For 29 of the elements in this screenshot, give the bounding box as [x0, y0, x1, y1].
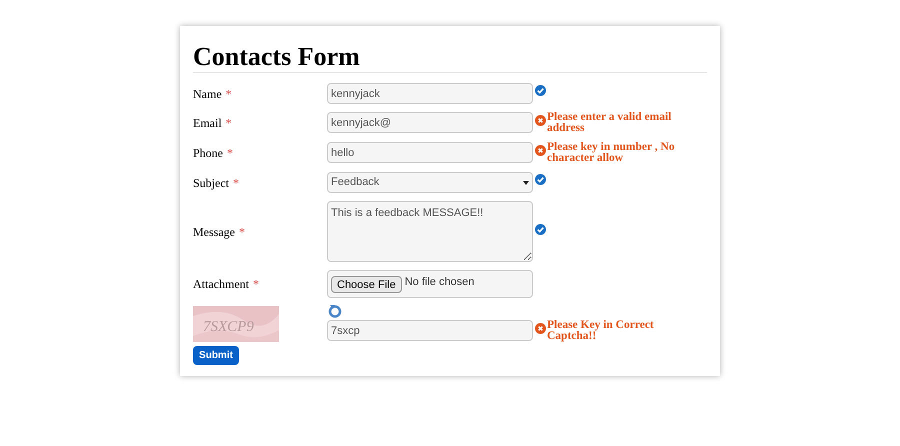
- captcha-field[interactable]: 7sxcp: [327, 320, 533, 341]
- text-field[interactable]: kennyjack@: [327, 112, 533, 133]
- error-message: Please enter a valid email address: [547, 112, 672, 134]
- required-mark: *: [226, 114, 232, 132]
- required-mark: *: [239, 224, 245, 240]
- field-label: Message: [193, 224, 235, 240]
- required-mark: *: [227, 144, 233, 162]
- choose-file-button[interactable]: Choose File: [331, 276, 402, 292]
- text-field[interactable]: kennyjack: [327, 83, 533, 104]
- field-label: Phone: [193, 144, 223, 162]
- message-field[interactable]: This is a feedback MESSAGE!!: [327, 201, 533, 262]
- field-label: Attachment: [193, 276, 249, 293]
- submit-button[interactable]: Submit: [193, 346, 239, 365]
- captcha-image: 7SXCP9: [193, 306, 279, 342]
- text-field[interactable]: hello: [327, 142, 533, 163]
- subject-dropdown[interactable]: Feedback: [327, 172, 533, 193]
- field-label: Email: [193, 114, 222, 132]
- required-mark: *: [233, 174, 239, 192]
- file-status: No file chosen: [404, 274, 474, 290]
- refresh-icon[interactable]: [328, 304, 342, 318]
- error-message: Please Key in Correct Captcha!!: [547, 320, 655, 342]
- file-field[interactable]: Choose File No file chosen: [327, 270, 533, 298]
- form-title: Contacts Form: [193, 42, 361, 72]
- caret-icon: [523, 180, 529, 184]
- error-message: Please key in number , No character allow: [547, 142, 676, 164]
- field-label: Name: [193, 86, 222, 102]
- field-label: Subject: [193, 174, 229, 192]
- required-mark: *: [226, 86, 232, 102]
- required-mark: *: [252, 276, 259, 293]
